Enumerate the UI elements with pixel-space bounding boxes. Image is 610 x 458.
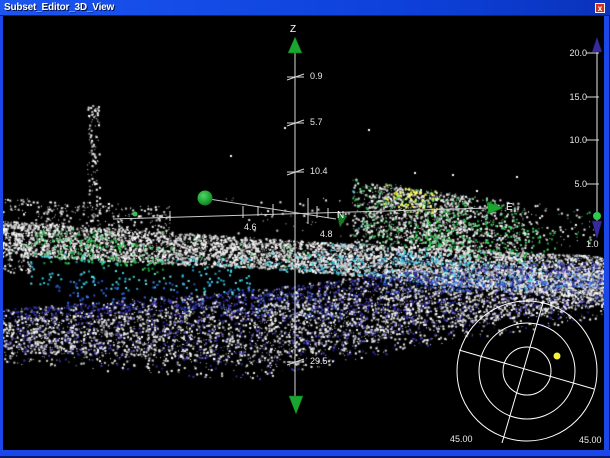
close-button[interactable]: x [595,3,605,13]
window-border-bottom [0,450,610,458]
window-title: Subset_Editor_3D_View [4,2,114,13]
window-border-left [0,16,3,458]
subset-editor-3d-view-window: ZEN0.95.710.429.54.64.820.015.010.05.01.… [0,0,610,458]
point-cloud-viewport[interactable] [3,16,604,450]
titlebar[interactable]: Subset_Editor_3D_View x [0,0,610,16]
window-border-right [604,16,610,458]
